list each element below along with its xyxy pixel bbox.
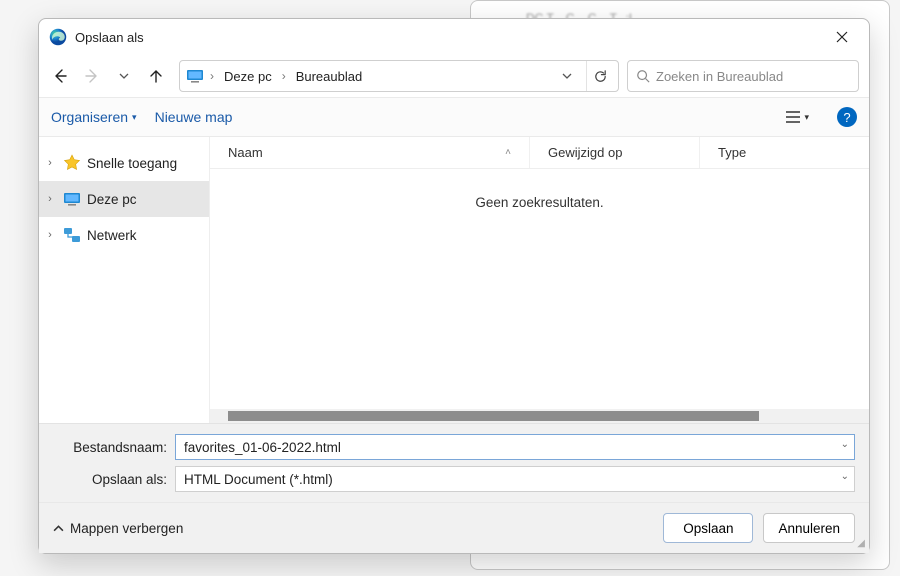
address-dropdown[interactable] [556, 71, 578, 81]
up-button[interactable] [141, 61, 171, 91]
chevron-right-icon: › [43, 229, 57, 241]
dialog-body: › Snelle toegang › Deze pc › Netwerk Naa… [39, 137, 869, 423]
arrow-up-icon [148, 68, 164, 84]
empty-results-message: Geen zoekresultaten. [210, 169, 869, 409]
tree-item-network[interactable]: › Netwerk [39, 217, 209, 253]
scrollbar-thumb[interactable] [228, 411, 759, 421]
close-button[interactable] [825, 23, 859, 51]
help-button[interactable]: ? [837, 107, 857, 127]
filename-footer: Bestandsnaam: ⌄ Opslaan als: ⌄ [39, 423, 869, 502]
tree-item-quick-access[interactable]: › Snelle toegang [39, 145, 209, 181]
help-icon: ? [843, 110, 850, 125]
chevron-up-icon [53, 523, 64, 534]
filename-label: Bestandsnaam: [53, 440, 175, 455]
sort-indicator-icon: ˄ [505, 147, 511, 158]
titlebar: Opslaan als [39, 19, 869, 55]
arrow-left-icon [52, 68, 68, 84]
breadcrumb-folder[interactable]: Bureaublad [292, 65, 367, 88]
column-modified-label: Gewijzigd op [548, 145, 622, 160]
tree-item-label: Snelle toegang [87, 156, 177, 171]
close-icon [836, 31, 848, 43]
address-bar[interactable]: › Deze pc › Bureaublad [179, 60, 619, 92]
column-header-modified[interactable]: Gewijzigd op [530, 137, 700, 168]
action-footer: Mappen verbergen Opslaan Annuleren [39, 502, 869, 553]
refresh-icon [593, 69, 608, 84]
column-name-label: Naam [228, 145, 263, 160]
filetype-select[interactable] [175, 466, 855, 492]
list-view-icon [785, 110, 801, 124]
breadcrumb-separator: › [280, 69, 288, 83]
new-folder-label: Nieuwe map [155, 109, 233, 125]
nav-tree: › Snelle toegang › Deze pc › Netwerk [39, 137, 209, 423]
search-icon [636, 69, 650, 83]
caret-down-icon: ▾ [132, 112, 137, 123]
edge-logo-icon [49, 28, 67, 46]
hide-folders-label: Mappen verbergen [70, 521, 183, 536]
arrow-right-icon [84, 68, 100, 84]
chevron-down-icon [119, 71, 129, 81]
refresh-button[interactable] [586, 61, 614, 91]
breadcrumb-separator: › [208, 69, 216, 83]
caret-down-icon: ▾ [804, 112, 809, 123]
chevron-down-icon [562, 71, 572, 81]
organize-button[interactable]: Organiseren ▾ [51, 109, 137, 125]
organize-label: Organiseren [51, 109, 128, 125]
hide-folders-toggle[interactable]: Mappen verbergen [53, 521, 183, 536]
tree-item-this-pc[interactable]: › Deze pc [39, 181, 209, 217]
save-as-dialog: Opslaan als › Deze pc › Bureaublad Organ… [38, 18, 870, 554]
star-icon [63, 154, 81, 172]
forward-button[interactable] [77, 61, 107, 91]
column-headers: Naam ˄ Gewijzigd op Type [210, 137, 869, 169]
cancel-button[interactable]: Annuleren [763, 513, 855, 543]
search-input[interactable] [656, 69, 850, 84]
resize-grip-icon[interactable]: ◢ [857, 538, 865, 549]
nav-row: › Deze pc › Bureaublad [39, 55, 869, 97]
this-pc-icon [63, 190, 81, 208]
breadcrumb-root[interactable]: Deze pc [220, 65, 276, 88]
column-header-type[interactable]: Type [700, 137, 869, 168]
save-button[interactable]: Opslaan [663, 513, 753, 543]
tree-item-label: Deze pc [87, 192, 137, 207]
filename-row: Bestandsnaam: ⌄ [53, 434, 855, 460]
search-box[interactable] [627, 60, 859, 92]
tree-item-label: Netwerk [87, 228, 137, 243]
window-title: Opslaan als [75, 30, 144, 45]
horizontal-scrollbar[interactable] [210, 409, 869, 423]
back-button[interactable] [45, 61, 75, 91]
column-header-name[interactable]: Naam ˄ [210, 137, 530, 168]
recent-locations-button[interactable] [109, 61, 139, 91]
new-folder-button[interactable]: Nieuwe map [155, 109, 233, 125]
filetype-label: Opslaan als: [53, 472, 175, 487]
column-type-label: Type [718, 145, 746, 160]
this-pc-icon [186, 67, 204, 85]
filename-input[interactable] [175, 434, 855, 460]
view-options-button[interactable]: ▾ [785, 110, 809, 124]
network-icon [63, 226, 81, 244]
filetype-row: Opslaan als: ⌄ [53, 466, 855, 492]
file-list-pane: Naam ˄ Gewijzigd op Type Geen zoekresulta… [209, 137, 869, 423]
chevron-right-icon: › [43, 193, 57, 205]
toolbar: Organiseren ▾ Nieuwe map ▾ ? [39, 97, 869, 137]
chevron-right-icon: › [43, 157, 57, 169]
